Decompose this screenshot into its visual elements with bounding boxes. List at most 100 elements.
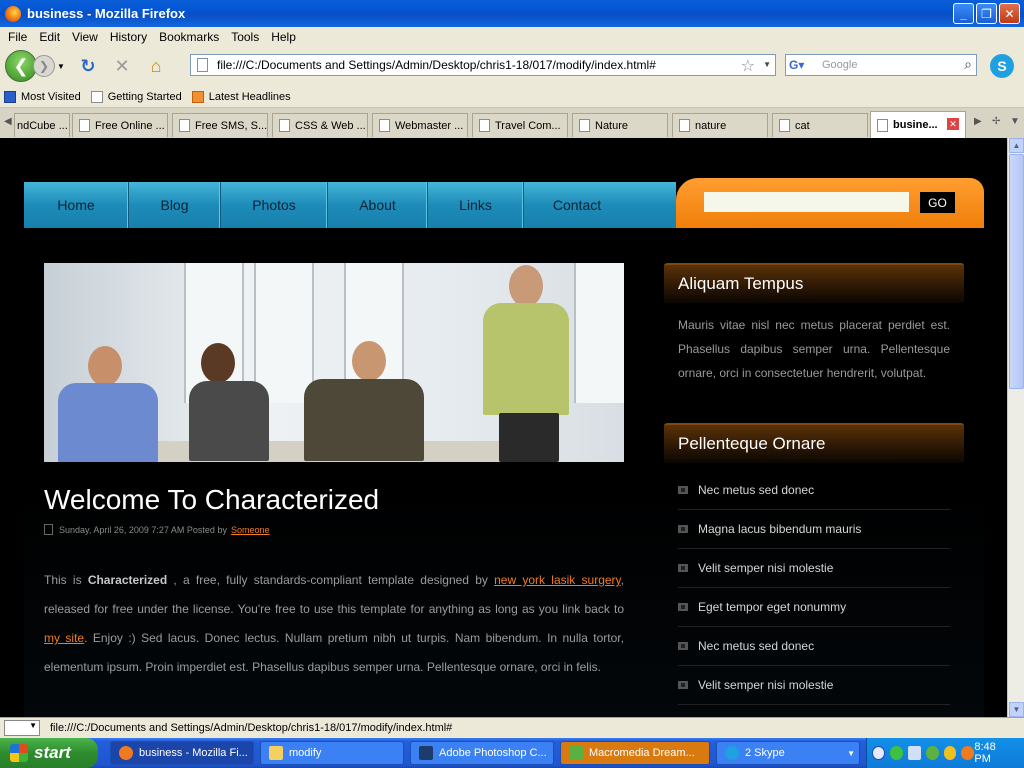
group-dropdown-icon[interactable]: ▼ (847, 749, 855, 758)
tray-expand-icon[interactable] (872, 746, 886, 760)
sidebar-link[interactable]: Nec metus sed donec (678, 627, 950, 666)
history-dropdown-icon[interactable]: ▼ (57, 62, 67, 71)
tab-scroll-right-icon[interactable]: ▶ (974, 116, 982, 127)
menu-help[interactable]: Help (271, 30, 296, 44)
nav-home[interactable]: Home (24, 182, 129, 228)
status-text: file:///C:/Documents and Settings/Admin/… (50, 722, 453, 734)
tab-5[interactable]: Webmaster ... (372, 113, 468, 137)
task-photoshop[interactable]: Adobe Photoshop C... (410, 741, 554, 765)
home-button[interactable]: ⌂ (143, 53, 169, 79)
network-icon[interactable] (907, 746, 921, 760)
vertical-scrollbar[interactable]: ▲ ▼ (1007, 138, 1024, 717)
post-title: Welcome To Characterized (44, 484, 380, 515)
google-icon[interactable]: G▾ (789, 58, 805, 72)
menu-file[interactable]: File (8, 30, 27, 44)
close-button[interactable]: ✕ (999, 3, 1020, 24)
web-search-input[interactable]: G▾ Google ⌕ (785, 54, 977, 76)
tab-favicon (679, 119, 690, 132)
sidebar-link-label: Magna lacus bibendum mauris (698, 522, 862, 536)
tray-app-icon[interactable] (925, 746, 939, 760)
tab-3[interactable]: Free SMS, S... (172, 113, 268, 137)
minimize-button[interactable]: _ (953, 3, 974, 24)
scroll-down-icon[interactable]: ▼ (1009, 702, 1024, 717)
sidebar-link[interactable]: Velit semper nisi molestie (678, 549, 950, 588)
tab-bar: ◀ ndCube ... Free Online ... Free SMS, S… (0, 108, 1024, 138)
menu-bookmarks[interactable]: Bookmarks (159, 30, 219, 44)
nav-photos[interactable]: Photos (221, 182, 328, 228)
tab-7[interactable]: Nature (572, 113, 668, 137)
reload-button[interactable]: ↻ (75, 53, 101, 79)
nav-blog[interactable]: Blog (129, 182, 221, 228)
menu-view[interactable]: View (72, 30, 98, 44)
task-modify-folder[interactable]: modify (260, 741, 404, 765)
nav-about[interactable]: About (328, 182, 428, 228)
window-decoration (574, 263, 624, 403)
stop-button[interactable]: ✕ (109, 53, 135, 79)
new-tab-icon[interactable]: ✢ (992, 116, 1000, 127)
post-body: This is Characterized , a free, fully st… (44, 566, 624, 682)
status-dropdown-icon[interactable]: ▼ (4, 720, 40, 736)
sidebar-box1-text: Mauris vitae nisl nec metus placerat per… (678, 318, 950, 380)
start-button[interactable]: start (0, 738, 98, 768)
nav-contact[interactable]: Contact (524, 182, 630, 228)
tab-1[interactable]: ndCube ... (14, 113, 70, 137)
sidebar-link[interactable]: Magna lacus bibendum mauris (678, 510, 950, 549)
scroll-up-icon[interactable]: ▲ (1009, 138, 1024, 153)
bookmark-getting-started[interactable]: Getting Started (90, 90, 182, 103)
url-bar[interactable]: file:///C:/Documents and Settings/Admin/… (190, 54, 776, 76)
tab-8[interactable]: nature (672, 113, 768, 137)
bookmarks-bar: Most Visited Getting Started Latest Head… (0, 86, 1024, 108)
bookmark-star-icon[interactable]: ☆ (741, 56, 755, 76)
tray-app-icon[interactable] (943, 746, 957, 760)
tab-favicon (179, 119, 190, 132)
scrollbar-thumb[interactable] (1009, 154, 1024, 389)
tab-close-icon[interactable]: ✕ (947, 118, 959, 130)
search-icon[interactable]: ⌕ (964, 56, 972, 73)
system-tray: 8:48 PM (866, 738, 1024, 768)
rss-icon (191, 90, 204, 103)
bookmark-latest-headlines[interactable]: Latest Headlines (191, 90, 291, 103)
url-text[interactable]: file:///C:/Documents and Settings/Admin/… (217, 58, 656, 72)
skype-icon[interactable]: S (990, 54, 1014, 78)
window-titlebar[interactable]: business - Mozilla Firefox _ ❐ ✕ (0, 0, 1024, 27)
task-label: modify (289, 747, 322, 759)
bookmark-most-visited[interactable]: Most Visited (4, 90, 81, 103)
tab-9[interactable]: cat (772, 113, 868, 137)
firefox-icon (119, 746, 133, 760)
bullet-icon (678, 681, 688, 689)
sidebar-link[interactable]: Eget tempor eget nonummy (678, 588, 950, 627)
forward-button[interactable]: ❯ (33, 55, 55, 77)
tab-2[interactable]: Free Online ... (72, 113, 168, 137)
site-search-input[interactable] (704, 192, 909, 212)
url-dropdown-icon[interactable]: ▼ (763, 60, 771, 69)
tab-4[interactable]: CSS & Web ... (272, 113, 368, 137)
hero-image (44, 263, 624, 462)
sidebar-link[interactable]: Nec metus sed donec (678, 471, 950, 510)
taskbar-clock[interactable]: 8:48 PM (974, 741, 1012, 765)
menu-tools[interactable]: Tools (231, 30, 259, 44)
site-search-button[interactable]: GO (920, 192, 955, 213)
nav-links[interactable]: Links (428, 182, 524, 228)
lasik-link[interactable]: new york lasik surgery (494, 573, 621, 587)
tab-favicon (79, 119, 90, 132)
post-author-link[interactable]: Someone (231, 525, 270, 535)
task-skype[interactable]: 2 Skype ▼ (716, 741, 860, 765)
tab-6[interactable]: Travel Com... (472, 113, 568, 137)
tab-scroll-left-icon[interactable]: ◀ (4, 116, 12, 127)
menu-history[interactable]: History (110, 30, 147, 44)
task-firefox[interactable]: business - Mozilla Fi... (110, 741, 254, 765)
site-navigation: Home Blog Photos About Links Contact (24, 182, 676, 228)
tray-app-icon[interactable] (961, 746, 975, 760)
task-dreamweaver[interactable]: Macromedia Dream... (560, 741, 710, 765)
my-site-link[interactable]: my site (44, 631, 84, 645)
tab-label: ndCube ... (17, 119, 68, 132)
tab-list-icon[interactable]: ▼ (1010, 116, 1020, 127)
tab-active[interactable]: busine... ✕ (870, 111, 966, 138)
menu-edit[interactable]: Edit (39, 30, 60, 44)
dreamweaver-icon (569, 746, 583, 760)
tray-status-icon[interactable] (890, 746, 903, 760)
page-icon (197, 58, 208, 72)
maximize-button[interactable]: ❐ (976, 3, 997, 24)
sidebar-link[interactable]: Velit semper nisi molestie (678, 666, 950, 705)
tab-favicon (779, 119, 790, 132)
